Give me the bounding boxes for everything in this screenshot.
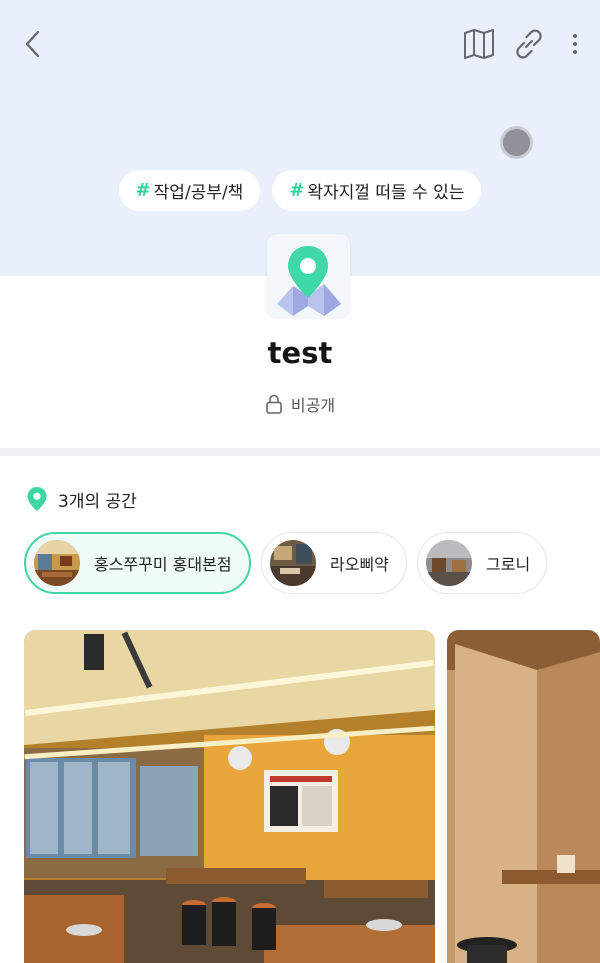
map-pin-illustration-icon [277,246,341,316]
chevron-left-icon [25,30,40,58]
place-thumbnail [34,540,80,586]
privacy-label: 비공개 [290,396,336,415]
places-count-label: 3개의 공간 [58,491,137,512]
section-divider [0,448,600,456]
place-chip-list: 홍스쭈꾸미 홍대본점 라오삐약 그로니 [24,532,547,594]
place-name: 그로니 [486,555,531,574]
tag-label: 왁자지껄 떠들 수 있는 [307,183,465,203]
more-vertical-icon [573,34,577,54]
back-button[interactable] [18,26,48,62]
tag-chip[interactable]: # 왁자지껄 떠들 수 있는 [272,170,482,211]
place-name: 홍스쭈꾸미 홍대본점 [94,555,232,574]
place-thumbnail [270,540,316,586]
place-thumbnail [426,540,472,586]
touch-indicator [500,126,533,159]
map-view-button[interactable] [462,26,496,62]
collection-title: test [267,336,333,370]
place-chip[interactable]: 그로니 [417,532,547,594]
tag-label: 작업/공부/책 [153,183,244,203]
location-pin-icon [27,487,47,511]
place-chip-selected[interactable]: 홍스쭈꾸미 홍대본점 [24,532,251,594]
place-photo[interactable] [447,630,600,963]
lock-icon [266,394,282,414]
hash-symbol: # [289,180,305,201]
collection-thumbnail [267,234,350,317]
privacy-status: 비공개 [0,392,600,416]
tag-chip[interactable]: # 작업/공부/책 [118,170,261,211]
place-photo[interactable] [24,630,435,963]
more-options-button[interactable] [562,26,588,62]
link-icon [516,29,542,59]
map-icon [464,29,494,59]
share-link-button[interactable] [510,26,548,62]
tag-list: # 작업/공부/책 # 왁자지껄 떠들 수 있는 [0,170,600,211]
hash-symbol: # [135,180,151,201]
place-name: 라오삐약 [330,555,389,574]
place-chip[interactable]: 라오삐약 [261,532,407,594]
places-count-row: 3개의 공간 [26,486,137,512]
